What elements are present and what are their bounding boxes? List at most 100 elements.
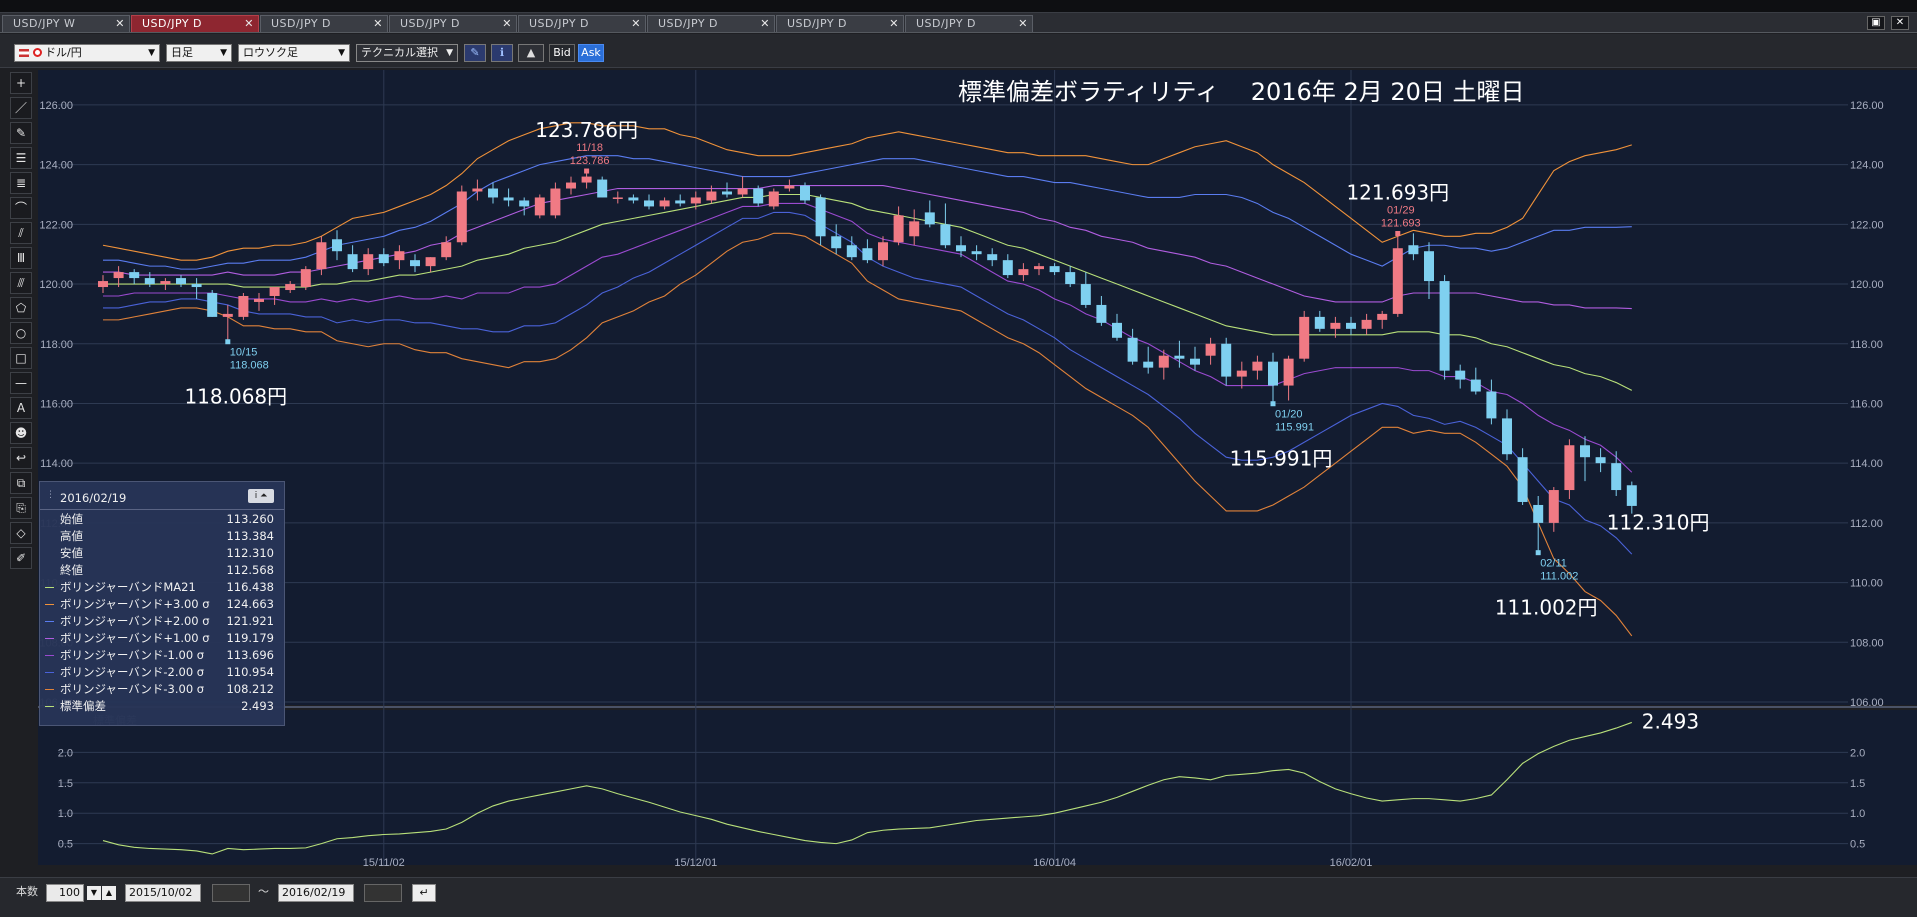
candle-body [425,257,436,267]
tab-2[interactable]: USD/JPY D ✕ [131,15,259,32]
grip-icon[interactable]: ⋮ [46,490,55,500]
tab-4[interactable]: USD/JPY D ✕ [389,15,517,32]
start-date-input[interactable]: 2015/10/02 [125,884,201,902]
data-row: ボリンジャーバンド+2.00 σ 121.921 [40,613,284,630]
technical-label: テクニカル選択 [361,46,438,59]
last-low-label: 112.310円 [1607,511,1710,535]
tab-label: USD/JPY D [916,17,977,30]
timeframe-select[interactable]: 日足 ▼ [166,44,232,62]
close-tab-icon[interactable]: ✕ [115,16,125,31]
candle-body [238,295,249,317]
candle-body [1002,260,1013,276]
drawing-tool-4-icon[interactable]: ☰ [10,147,32,169]
drawing-tool-10-icon[interactable]: ⬠ [10,297,32,319]
drawing-tool-1-icon[interactable]: + [10,72,32,94]
restore-button[interactable]: ▣ [1867,16,1885,30]
decrement-icon[interactable]: ▼ [87,886,101,900]
price-chart[interactable]: 106.00106.00108.00108.00110.00110.00112.… [38,70,1917,870]
data-row: 標準偏差 2.493 [40,698,284,715]
candle-body [862,248,873,261]
tab-label: USD/JPY D [658,17,719,30]
count-input[interactable]: 100 [46,884,84,902]
drawing-tool-19-icon[interactable]: ◇ [10,522,32,544]
drawing-tool-3-icon[interactable]: ✎ [10,122,32,144]
pen-icon[interactable]: ✎ [464,44,486,62]
tab-1[interactable]: USD/JPY W ✕ [2,15,130,32]
candle-body [815,197,826,237]
refresh-icon[interactable]: ↵ [412,884,436,902]
bid-button[interactable]: Bid [549,44,575,62]
drawing-tool-8-icon[interactable]: Ⅲ [10,247,32,269]
candle-body [503,197,514,201]
candle-body [722,191,732,195]
drawing-tool-12-icon[interactable]: □ [10,347,32,369]
candle-body [1174,355,1185,359]
drawing-tool-6-icon[interactable]: ⌒ [10,197,32,219]
technical-select[interactable]: テクニカル選択 ▼ [356,44,458,62]
bottom-bar: 本数 100 ▼ ▲ 2015/10/02 ～ 2016/02/19 ↵ [0,877,1917,917]
end-date-input[interactable]: 2016/02/19 [278,884,354,902]
increment-icon[interactable]: ▲ [102,886,116,900]
close-tab-icon[interactable]: ✕ [502,16,512,31]
candle-body [1392,248,1403,314]
start-time-input[interactable] [212,884,250,902]
candle-body [628,197,639,201]
tab-5[interactable]: USD/JPY D ✕ [518,15,646,32]
candle-body [1190,358,1200,365]
tab-8[interactable]: USD/JPY D ✕ [905,15,1033,32]
close-tab-icon[interactable]: ✕ [373,16,383,31]
us-flag-icon [19,49,29,57]
candle-body [160,281,171,285]
close-tab-icon[interactable]: ✕ [889,16,899,31]
tab-3[interactable]: USD/JPY D ✕ [260,15,388,32]
drawing-tool-14-icon[interactable]: A [10,397,32,419]
drawing-tool-15-icon[interactable]: ☻ [10,422,32,444]
stddev-value-label: 2.493 [1642,709,1699,733]
candle-body [1408,245,1419,255]
close-tab-icon[interactable]: ✕ [760,16,770,31]
info-icon[interactable]: ℹ [491,44,513,62]
tab-6[interactable]: USD/JPY D ✕ [647,15,775,32]
series-swatch [45,587,54,588]
series-swatch [45,672,54,673]
drawing-tool-2-icon[interactable]: ／ [10,97,32,119]
annotation-label: 111.002円 [1495,596,1598,620]
drawing-tool-18-icon[interactable]: ⎘ [10,497,32,519]
candle-body [1361,319,1372,329]
data-row: 終値 112.568 [40,562,284,579]
drawing-tool-5-icon[interactable]: ≣ [10,172,32,194]
close-tab-icon[interactable]: ✕ [1018,16,1028,31]
close-tab-icon[interactable]: ✕ [631,16,641,31]
drawing-tool-20-icon[interactable]: ✐ [10,547,32,569]
range-separator: ～ [258,885,269,898]
drawing-tool-16-icon[interactable]: ↩ [10,447,32,469]
close-window-button[interactable]: ✕ [1891,16,1909,30]
data-row-value: 108.212 [226,682,274,696]
data-row-value: 110.954 [226,665,274,679]
candle-body [1580,445,1590,458]
mountain-chart-icon[interactable]: ▲ [518,44,544,62]
info-toggle-icon[interactable]: i ⏶ [248,489,274,503]
drawing-tool-17-icon[interactable]: ⧉ [10,472,32,494]
drawing-tool-7-icon[interactable]: ⫽ [10,222,32,244]
data-row-value: 113.384 [226,529,274,543]
data-row-label: ボリンジャーバンド-1.00 σ [60,648,205,662]
drawing-tool-13-icon[interactable]: — [10,372,32,394]
end-time-input[interactable] [364,884,402,902]
candle-body [1143,361,1154,368]
drawing-tool-9-icon[interactable]: ⫻ [10,272,32,294]
annotation-label: 118.068円 [184,385,287,409]
ask-button[interactable]: Ask [578,44,604,62]
series-swatch [45,621,54,622]
candle-body [909,221,920,237]
drawing-tool-11-icon[interactable]: ○ [10,322,32,344]
data-row-value: 121.921 [226,614,274,628]
chart-style-select[interactable]: ロウソク足 ▼ [238,44,350,62]
close-tab-icon[interactable]: ✕ [244,16,254,31]
y-tick-label-right: 120.00 [1850,279,1884,291]
candle-body [394,251,405,261]
currency-pair-select[interactable]: ドル/円 ▼ [14,44,160,62]
candle-body [300,269,311,288]
tab-7[interactable]: USD/JPY D ✕ [776,15,904,32]
data-row-label: ボリンジャーバンド-3.00 σ [60,682,205,696]
